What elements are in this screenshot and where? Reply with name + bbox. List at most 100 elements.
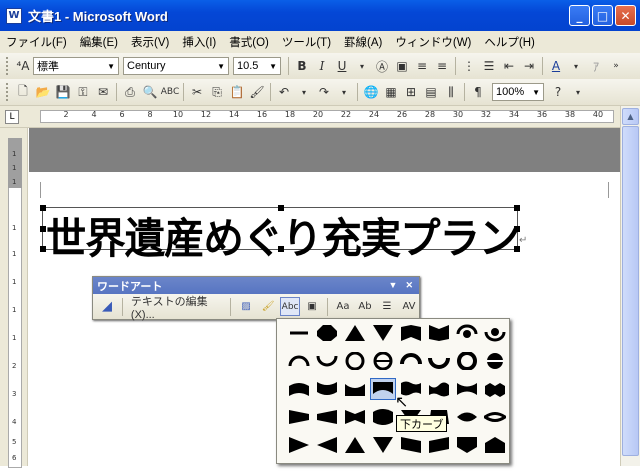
shape-option[interactable]: [286, 322, 312, 344]
shape-option[interactable]: [342, 434, 368, 456]
style-combo[interactable]: 標準 ▼: [33, 57, 119, 75]
insert-excel-icon[interactable]: ▤: [421, 82, 441, 102]
format-painter-icon[interactable]: 🖌: [247, 82, 267, 102]
bullets-icon[interactable]: ☰: [479, 56, 499, 76]
zoom-combo[interactable]: 100% ▼: [492, 83, 544, 101]
menu-format[interactable]: 書式(O): [229, 34, 269, 50]
scroll-up-icon[interactable]: ▲: [622, 108, 639, 125]
maximize-button[interactable]: □: [592, 5, 613, 26]
phonetic-guide-icon[interactable]: ｱ: [586, 56, 606, 76]
shape-option[interactable]: [370, 406, 396, 428]
text-wrapping-icon[interactable]: ▣: [302, 297, 322, 316]
columns-icon[interactable]: ⫼: [441, 82, 461, 102]
shape-option[interactable]: [342, 322, 368, 344]
minimize-button[interactable]: _: [569, 5, 590, 26]
menu-file[interactable]: ファイル(F): [6, 34, 67, 50]
tab-selector[interactable]: L: [5, 110, 19, 124]
font-combo[interactable]: Century ▼: [123, 57, 229, 75]
close-button[interactable]: ✕: [615, 5, 636, 26]
shape-option[interactable]: [286, 350, 312, 372]
email-icon[interactable]: ✉: [93, 82, 113, 102]
resize-handle[interactable]: [278, 205, 284, 211]
copy-icon[interactable]: ⎘: [207, 82, 227, 102]
toolbar-close-icon[interactable]: ✕: [405, 280, 413, 291]
shape-option[interactable]: [426, 378, 452, 400]
resize-handle[interactable]: [514, 205, 520, 211]
vertical-scrollbar[interactable]: ▲: [620, 106, 640, 466]
shape-option[interactable]: [454, 406, 480, 428]
font-color-dropdown-icon[interactable]: ▾: [566, 56, 586, 76]
shape-option[interactable]: [426, 434, 452, 456]
character-spacing-icon[interactable]: AV: [399, 297, 419, 316]
scroll-thumb[interactable]: [622, 126, 639, 456]
redo-dropdown-icon[interactable]: ▾: [334, 82, 354, 102]
paste-icon[interactable]: 📋: [227, 82, 247, 102]
align-left-icon[interactable]: ≡: [412, 56, 432, 76]
increase-indent-icon[interactable]: ⇥: [519, 56, 539, 76]
resize-handle[interactable]: [40, 205, 46, 211]
shape-option[interactable]: [482, 322, 508, 344]
menu-insert[interactable]: 挿入(I): [182, 34, 216, 50]
spelling-icon[interactable]: ABC: [160, 82, 180, 102]
resize-handle[interactable]: [40, 246, 46, 252]
underline-dropdown-icon[interactable]: ▾: [352, 56, 372, 76]
tables-borders-icon[interactable]: ▦: [381, 82, 401, 102]
shape-option[interactable]: [370, 434, 396, 456]
char-shading-icon[interactable]: ▣: [392, 56, 412, 76]
print-preview-icon[interactable]: 🔍: [140, 82, 160, 102]
undo-icon[interactable]: ↶: [274, 82, 294, 102]
shape-option[interactable]: [314, 406, 340, 428]
help-dropdown-icon[interactable]: ▾: [568, 82, 588, 102]
help-icon[interactable]: ?: [548, 82, 568, 102]
shape-option[interactable]: [454, 434, 480, 456]
shape-option[interactable]: [286, 406, 312, 428]
shape-option[interactable]: [314, 378, 340, 400]
shape-option[interactable]: [342, 378, 368, 400]
alignment-icon[interactable]: ☰: [377, 297, 397, 316]
shape-option[interactable]: [370, 350, 396, 372]
resize-handle[interactable]: [40, 226, 46, 232]
shape-option[interactable]: [398, 350, 424, 372]
toolbar-options-icon[interactable]: »: [606, 56, 626, 76]
vertical-text-icon[interactable]: Ab: [355, 297, 375, 316]
redo-icon[interactable]: ↷: [314, 82, 334, 102]
toolbar-grip[interactable]: [6, 83, 9, 101]
decrease-indent-icon[interactable]: ⇤: [499, 56, 519, 76]
shape-option[interactable]: [482, 406, 508, 428]
shape-option[interactable]: [314, 322, 340, 344]
edit-text-button[interactable]: テキストの編集(X)...: [128, 296, 225, 321]
print-icon[interactable]: ⎙: [120, 82, 140, 102]
format-wordart-icon[interactable]: 🖌: [258, 297, 278, 316]
wordart-shape-icon[interactable]: Abc: [280, 297, 301, 316]
shape-option[interactable]: [286, 378, 312, 400]
shape-option[interactable]: [370, 322, 396, 344]
save-icon[interactable]: 💾: [53, 82, 73, 102]
bold-button[interactable]: B: [292, 56, 312, 76]
permission-icon[interactable]: ⚿: [73, 82, 93, 102]
menu-help[interactable]: ヘルプ(H): [484, 34, 534, 50]
insert-wordart-icon[interactable]: ◢: [97, 297, 117, 316]
shape-option[interactable]: [482, 434, 508, 456]
italic-button[interactable]: I: [312, 56, 332, 76]
resize-handle[interactable]: [514, 246, 520, 252]
wordart-toolbar-titlebar[interactable]: ワードアート ▼ ✕: [93, 277, 419, 294]
shape-option[interactable]: [398, 434, 424, 456]
shape-option[interactable]: [426, 322, 452, 344]
hyperlink-icon[interactable]: 🌐: [361, 82, 381, 102]
menu-tools[interactable]: ツール(T): [282, 34, 331, 50]
menu-table[interactable]: 罫線(A): [344, 34, 382, 50]
same-letter-heights-icon[interactable]: Aa: [333, 297, 353, 316]
shape-option[interactable]: [370, 378, 396, 400]
char-border-icon[interactable]: Ⓐ: [372, 56, 392, 76]
shape-option[interactable]: [314, 434, 340, 456]
menu-view[interactable]: 表示(V): [131, 34, 169, 50]
shape-option[interactable]: [286, 434, 312, 456]
styles-pane-icon[interactable]: ⁴A: [13, 56, 33, 76]
menu-window[interactable]: ウィンドウ(W): [395, 34, 471, 50]
menu-edit[interactable]: 編集(E): [80, 34, 118, 50]
font-size-combo[interactable]: 10.5 ▼: [233, 57, 281, 75]
insert-table-icon[interactable]: ⊞: [401, 82, 421, 102]
shape-option[interactable]: [342, 350, 368, 372]
resize-handle[interactable]: [514, 226, 520, 232]
show-hide-icon[interactable]: ¶: [468, 82, 488, 102]
